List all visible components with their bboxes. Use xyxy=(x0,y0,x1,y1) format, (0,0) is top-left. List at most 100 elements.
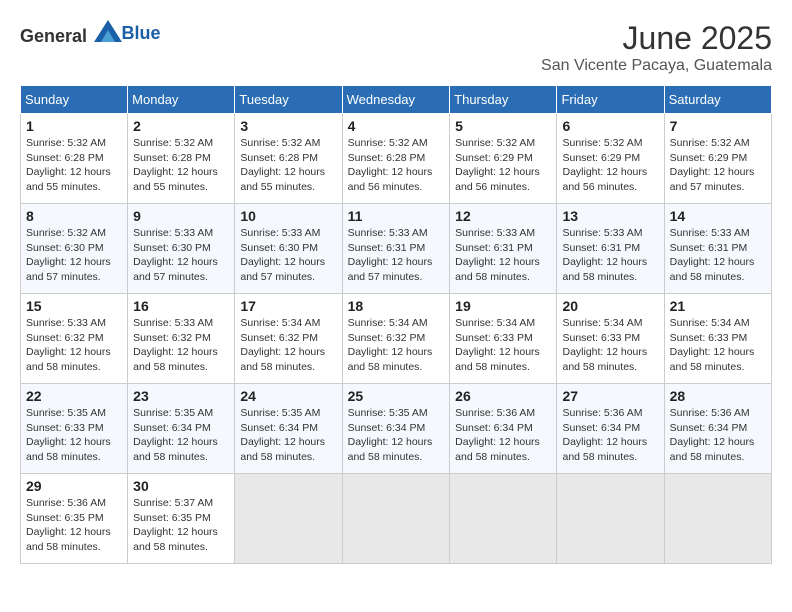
day-cell-14: 14 Sunrise: 5:33 AMSunset: 6:31 PMDayligh… xyxy=(664,204,771,294)
week-row-2: 8Sunrise: 5:32 AMSunset: 6:30 PMDaylight… xyxy=(21,204,772,294)
day-detail: Sunrise: 5:34 AMSunset: 6:33 PMDaylight:… xyxy=(562,316,658,375)
empty-cell xyxy=(342,474,450,564)
day-cell-27: 27 Sunrise: 5:36 AMSunset: 6:34 PMDayligh… xyxy=(557,384,664,474)
day-detail: Sunrise: 5:33 AMSunset: 6:32 PMDaylight:… xyxy=(26,316,122,375)
day-detail: Sunrise: 5:33 AMSunset: 6:31 PMDaylight:… xyxy=(562,226,658,285)
day-cell-13: 13 Sunrise: 5:33 AMSunset: 6:31 PMDayligh… xyxy=(557,204,664,294)
day-detail: Sunrise: 5:33 AMSunset: 6:31 PMDaylight:… xyxy=(348,226,445,285)
day-cell-7: 7 Sunrise: 5:32 AMSunset: 6:29 PMDaylight… xyxy=(664,114,771,204)
day-detail: Sunrise: 5:33 AMSunset: 6:31 PMDaylight:… xyxy=(670,226,766,285)
day-detail: Sunrise: 5:33 AMSunset: 6:31 PMDaylight:… xyxy=(455,226,551,285)
day-number: 28 xyxy=(670,388,766,404)
header-friday: Friday xyxy=(557,86,664,114)
day-cell-17: 17Sunrise: 5:34 AMSunset: 6:32 PMDayligh… xyxy=(235,294,342,384)
day-detail: Sunrise: 5:34 AMSunset: 6:33 PMDaylight:… xyxy=(670,316,766,375)
header-monday: Monday xyxy=(128,86,235,114)
day-detail: Sunrise: 5:34 AMSunset: 6:32 PMDaylight:… xyxy=(240,316,336,375)
day-cell-2: 2Sunrise: 5:32 AMSunset: 6:28 PMDaylight… xyxy=(128,114,235,204)
day-cell-23: 23 Sunrise: 5:35 AMSunset: 6:34 PMDayligh… xyxy=(128,384,235,474)
logo-general: General xyxy=(20,26,87,46)
day-cell-18: 18 Sunrise: 5:34 AMSunset: 6:32 PMDayligh… xyxy=(342,294,450,384)
day-number: 25 xyxy=(348,388,445,404)
title-area: June 2025 San Vicente Pacaya, Guatemala xyxy=(541,20,772,75)
day-detail: Sunrise: 5:34 AMSunset: 6:32 PMDaylight:… xyxy=(348,316,445,375)
day-detail: Sunrise: 5:37 AMSunset: 6:35 PMDaylight:… xyxy=(133,496,229,555)
day-number: 7 xyxy=(670,118,766,134)
day-detail: Sunrise: 5:36 AMSunset: 6:35 PMDaylight:… xyxy=(26,496,122,555)
day-detail: Sunrise: 5:32 AMSunset: 6:28 PMDaylight:… xyxy=(133,136,229,195)
page-header: General Blue June 2025 San Vicente Pacay… xyxy=(20,20,772,75)
header-sunday: Sunday xyxy=(21,86,128,114)
day-number: 15 xyxy=(26,298,122,314)
day-detail: Sunrise: 5:34 AMSunset: 6:33 PMDaylight:… xyxy=(455,316,551,375)
day-detail: Sunrise: 5:35 AMSunset: 6:34 PMDaylight:… xyxy=(133,406,229,465)
logo: General Blue xyxy=(20,20,161,47)
day-number: 24 xyxy=(240,388,336,404)
day-number: 22 xyxy=(26,388,122,404)
day-detail: Sunrise: 5:36 AMSunset: 6:34 PMDaylight:… xyxy=(562,406,658,465)
day-number: 26 xyxy=(455,388,551,404)
day-detail: Sunrise: 5:35 AMSunset: 6:34 PMDaylight:… xyxy=(240,406,336,465)
day-cell-9: 9Sunrise: 5:33 AMSunset: 6:30 PMDaylight… xyxy=(128,204,235,294)
day-number: 6 xyxy=(562,118,658,134)
week-row-4: 22Sunrise: 5:35 AMSunset: 6:33 PMDayligh… xyxy=(21,384,772,474)
day-number: 23 xyxy=(133,388,229,404)
day-cell-22: 22Sunrise: 5:35 AMSunset: 6:33 PMDayligh… xyxy=(21,384,128,474)
day-cell-1: 1 Sunrise: 5:32 AMSunset: 6:28 PMDaylight… xyxy=(21,114,128,204)
day-cell-20: 20 Sunrise: 5:34 AMSunset: 6:33 PMDayligh… xyxy=(557,294,664,384)
day-number: 18 xyxy=(348,298,445,314)
day-number: 3 xyxy=(240,118,336,134)
day-detail: Sunrise: 5:36 AMSunset: 6:34 PMDaylight:… xyxy=(670,406,766,465)
day-cell-28: 28 Sunrise: 5:36 AMSunset: 6:34 PMDayligh… xyxy=(664,384,771,474)
day-cell-19: 19Sunrise: 5:34 AMSunset: 6:33 PMDayligh… xyxy=(450,294,557,384)
empty-cell xyxy=(450,474,557,564)
day-detail: Sunrise: 5:33 AMSunset: 6:30 PMDaylight:… xyxy=(240,226,336,285)
day-cell-16: 16Sunrise: 5:33 AMSunset: 6:32 PMDayligh… xyxy=(128,294,235,384)
day-number: 14 xyxy=(670,208,766,224)
week-row-5: 29 Sunrise: 5:36 AMSunset: 6:35 PMDayligh… xyxy=(21,474,772,564)
day-number: 20 xyxy=(562,298,658,314)
day-detail: Sunrise: 5:36 AMSunset: 6:34 PMDaylight:… xyxy=(455,406,551,465)
day-number: 21 xyxy=(670,298,766,314)
empty-cell xyxy=(235,474,342,564)
logo-blue: Blue xyxy=(122,23,161,44)
day-detail: Sunrise: 5:32 AMSunset: 6:29 PMDaylight:… xyxy=(455,136,551,195)
day-cell-8: 8Sunrise: 5:32 AMSunset: 6:30 PMDaylight… xyxy=(21,204,128,294)
day-cell-25: 25 Sunrise: 5:35 AMSunset: 6:34 PMDayligh… xyxy=(342,384,450,474)
header-thursday: Thursday xyxy=(450,86,557,114)
header-tuesday: Tuesday xyxy=(235,86,342,114)
day-cell-15: 15 Sunrise: 5:33 AMSunset: 6:32 PMDayligh… xyxy=(21,294,128,384)
day-cell-4: 4 Sunrise: 5:32 AMSunset: 6:28 PMDaylight… xyxy=(342,114,450,204)
header-wednesday: Wednesday xyxy=(342,86,450,114)
day-cell-5: 5 Sunrise: 5:32 AMSunset: 6:29 PMDaylight… xyxy=(450,114,557,204)
day-cell-24: 24 Sunrise: 5:35 AMSunset: 6:34 PMDayligh… xyxy=(235,384,342,474)
empty-cell xyxy=(557,474,664,564)
day-number: 10 xyxy=(240,208,336,224)
day-cell-3: 3 Sunrise: 5:32 AMSunset: 6:28 PMDaylight… xyxy=(235,114,342,204)
week-row-1: 1 Sunrise: 5:32 AMSunset: 6:28 PMDaylight… xyxy=(21,114,772,204)
day-cell-30: 30Sunrise: 5:37 AMSunset: 6:35 PMDayligh… xyxy=(128,474,235,564)
day-detail: Sunrise: 5:35 AMSunset: 6:34 PMDaylight:… xyxy=(348,406,445,465)
day-detail: Sunrise: 5:33 AMSunset: 6:32 PMDaylight:… xyxy=(133,316,229,375)
day-detail: Sunrise: 5:32 AMSunset: 6:29 PMDaylight:… xyxy=(670,136,766,195)
day-number: 13 xyxy=(562,208,658,224)
calendar-subtitle: San Vicente Pacaya, Guatemala xyxy=(541,57,772,75)
day-number: 4 xyxy=(348,118,445,134)
day-number: 1 xyxy=(26,118,122,134)
calendar-title: June 2025 xyxy=(541,20,772,57)
week-row-3: 15 Sunrise: 5:33 AMSunset: 6:32 PMDayligh… xyxy=(21,294,772,384)
day-number: 29 xyxy=(26,478,122,494)
day-detail: Sunrise: 5:32 AMSunset: 6:28 PMDaylight:… xyxy=(348,136,445,195)
day-detail: Sunrise: 5:32 AMSunset: 6:28 PMDaylight:… xyxy=(26,136,122,195)
day-number: 12 xyxy=(455,208,551,224)
day-cell-21: 21 Sunrise: 5:34 AMSunset: 6:33 PMDayligh… xyxy=(664,294,771,384)
logo-icon xyxy=(94,20,122,42)
day-number: 27 xyxy=(562,388,658,404)
day-cell-11: 11 Sunrise: 5:33 AMSunset: 6:31 PMDayligh… xyxy=(342,204,450,294)
day-cell-26: 26 Sunrise: 5:36 AMSunset: 6:34 PMDayligh… xyxy=(450,384,557,474)
day-number: 5 xyxy=(455,118,551,134)
day-cell-29: 29 Sunrise: 5:36 AMSunset: 6:35 PMDayligh… xyxy=(21,474,128,564)
day-detail: Sunrise: 5:32 AMSunset: 6:28 PMDaylight:… xyxy=(240,136,336,195)
day-number: 11 xyxy=(348,208,445,224)
day-cell-10: 10 Sunrise: 5:33 AMSunset: 6:30 PMDayligh… xyxy=(235,204,342,294)
